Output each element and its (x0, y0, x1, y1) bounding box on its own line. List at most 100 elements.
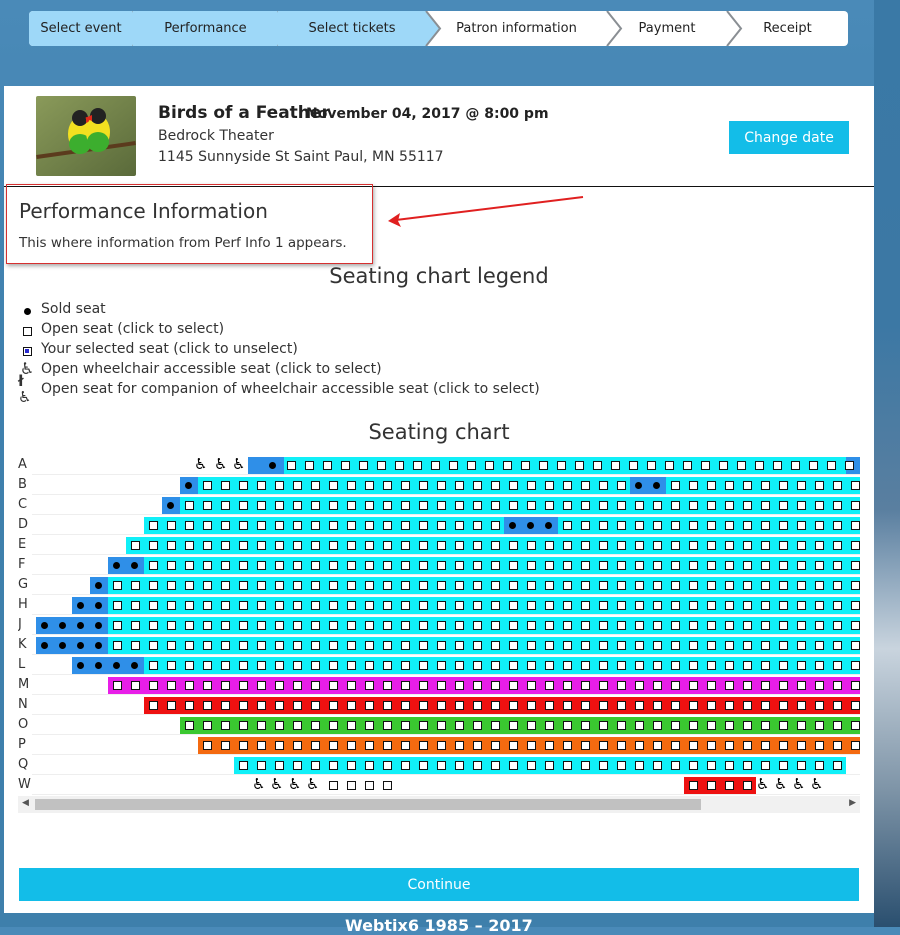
open-seat[interactable] (593, 461, 602, 470)
open-seat[interactable] (581, 541, 590, 550)
open-seat[interactable] (743, 681, 752, 690)
open-seat[interactable] (473, 721, 482, 730)
open-seat[interactable] (725, 761, 734, 770)
open-seat[interactable] (599, 521, 608, 530)
open-seat[interactable] (743, 621, 752, 630)
open-seat[interactable] (815, 721, 824, 730)
open-seat[interactable] (563, 641, 572, 650)
open-seat[interactable] (743, 641, 752, 650)
open-seat[interactable] (329, 721, 338, 730)
open-seat[interactable] (239, 641, 248, 650)
open-seat[interactable] (203, 701, 212, 710)
open-seat[interactable] (185, 681, 194, 690)
open-seat[interactable] (671, 521, 680, 530)
open-seat[interactable] (617, 521, 626, 530)
open-seat[interactable] (635, 761, 644, 770)
open-seat[interactable] (599, 601, 608, 610)
open-seat[interactable] (689, 581, 698, 590)
open-seat[interactable] (491, 601, 500, 610)
open-seat[interactable] (491, 621, 500, 630)
open-seat[interactable] (833, 601, 842, 610)
open-seat[interactable] (473, 541, 482, 550)
open-seat[interactable] (779, 641, 788, 650)
open-seat[interactable] (797, 761, 806, 770)
open-seat[interactable] (185, 621, 194, 630)
open-seat[interactable] (167, 661, 176, 670)
open-seat[interactable] (203, 581, 212, 590)
open-seat[interactable] (743, 481, 752, 490)
open-seat[interactable] (653, 521, 662, 530)
open-seat[interactable] (737, 461, 746, 470)
open-seat[interactable] (527, 481, 536, 490)
open-seat[interactable] (275, 481, 284, 490)
open-seat[interactable] (401, 761, 410, 770)
open-seat[interactable] (185, 701, 194, 710)
open-seat[interactable] (311, 621, 320, 630)
open-seat[interactable] (815, 641, 824, 650)
open-seat[interactable] (689, 721, 698, 730)
open-seat[interactable] (635, 641, 644, 650)
open-seat[interactable] (149, 641, 158, 650)
open-seat[interactable] (293, 761, 302, 770)
open-seat[interactable] (365, 681, 374, 690)
open-seat[interactable] (815, 701, 824, 710)
open-seat[interactable] (473, 481, 482, 490)
open-seat[interactable] (347, 561, 356, 570)
open-seat[interactable] (617, 761, 626, 770)
open-seat[interactable] (509, 581, 518, 590)
open-seat[interactable] (491, 541, 500, 550)
open-seat[interactable] (293, 581, 302, 590)
open-seat[interactable] (113, 581, 122, 590)
open-seat[interactable] (149, 701, 158, 710)
open-seat[interactable] (167, 561, 176, 570)
open-seat[interactable] (149, 521, 158, 530)
open-seat[interactable] (671, 761, 680, 770)
open-seat[interactable] (545, 581, 554, 590)
open-seat[interactable] (509, 541, 518, 550)
open-seat[interactable] (383, 661, 392, 670)
open-seat[interactable] (401, 521, 410, 530)
open-seat[interactable] (689, 541, 698, 550)
open-seat[interactable] (707, 781, 716, 790)
open-seat[interactable] (851, 721, 860, 730)
open-seat[interactable] (341, 461, 350, 470)
open-seat[interactable] (419, 681, 428, 690)
open-seat[interactable] (581, 761, 590, 770)
open-seat[interactable] (365, 501, 374, 510)
open-seat[interactable] (815, 561, 824, 570)
open-seat[interactable] (809, 461, 818, 470)
open-seat[interactable] (473, 741, 482, 750)
open-seat[interactable] (815, 581, 824, 590)
open-seat[interactable] (707, 641, 716, 650)
open-seat[interactable] (203, 621, 212, 630)
open-seat[interactable] (275, 621, 284, 630)
open-seat[interactable] (635, 561, 644, 570)
open-seat[interactable] (671, 681, 680, 690)
open-seat[interactable] (149, 661, 158, 670)
open-seat[interactable] (833, 681, 842, 690)
open-seat[interactable] (527, 561, 536, 570)
open-seat[interactable] (701, 461, 710, 470)
open-seat[interactable] (707, 761, 716, 770)
open-seat[interactable] (455, 541, 464, 550)
companion-seat[interactable]: ♿ (792, 776, 805, 793)
open-seat[interactable] (779, 601, 788, 610)
open-seat[interactable] (527, 701, 536, 710)
open-seat[interactable] (617, 541, 626, 550)
open-seat[interactable] (383, 561, 392, 570)
open-seat[interactable] (419, 641, 428, 650)
open-seat[interactable] (491, 501, 500, 510)
open-seat[interactable] (185, 601, 194, 610)
open-seat[interactable] (437, 661, 446, 670)
open-seat[interactable] (275, 601, 284, 610)
open-seat[interactable] (599, 761, 608, 770)
open-seat[interactable] (257, 701, 266, 710)
open-seat[interactable] (773, 461, 782, 470)
open-seat[interactable] (275, 521, 284, 530)
open-seat[interactable] (779, 621, 788, 630)
open-seat[interactable] (401, 741, 410, 750)
open-seat[interactable] (455, 481, 464, 490)
open-seat[interactable] (581, 501, 590, 510)
open-seat[interactable] (635, 541, 644, 550)
open-seat[interactable] (491, 701, 500, 710)
